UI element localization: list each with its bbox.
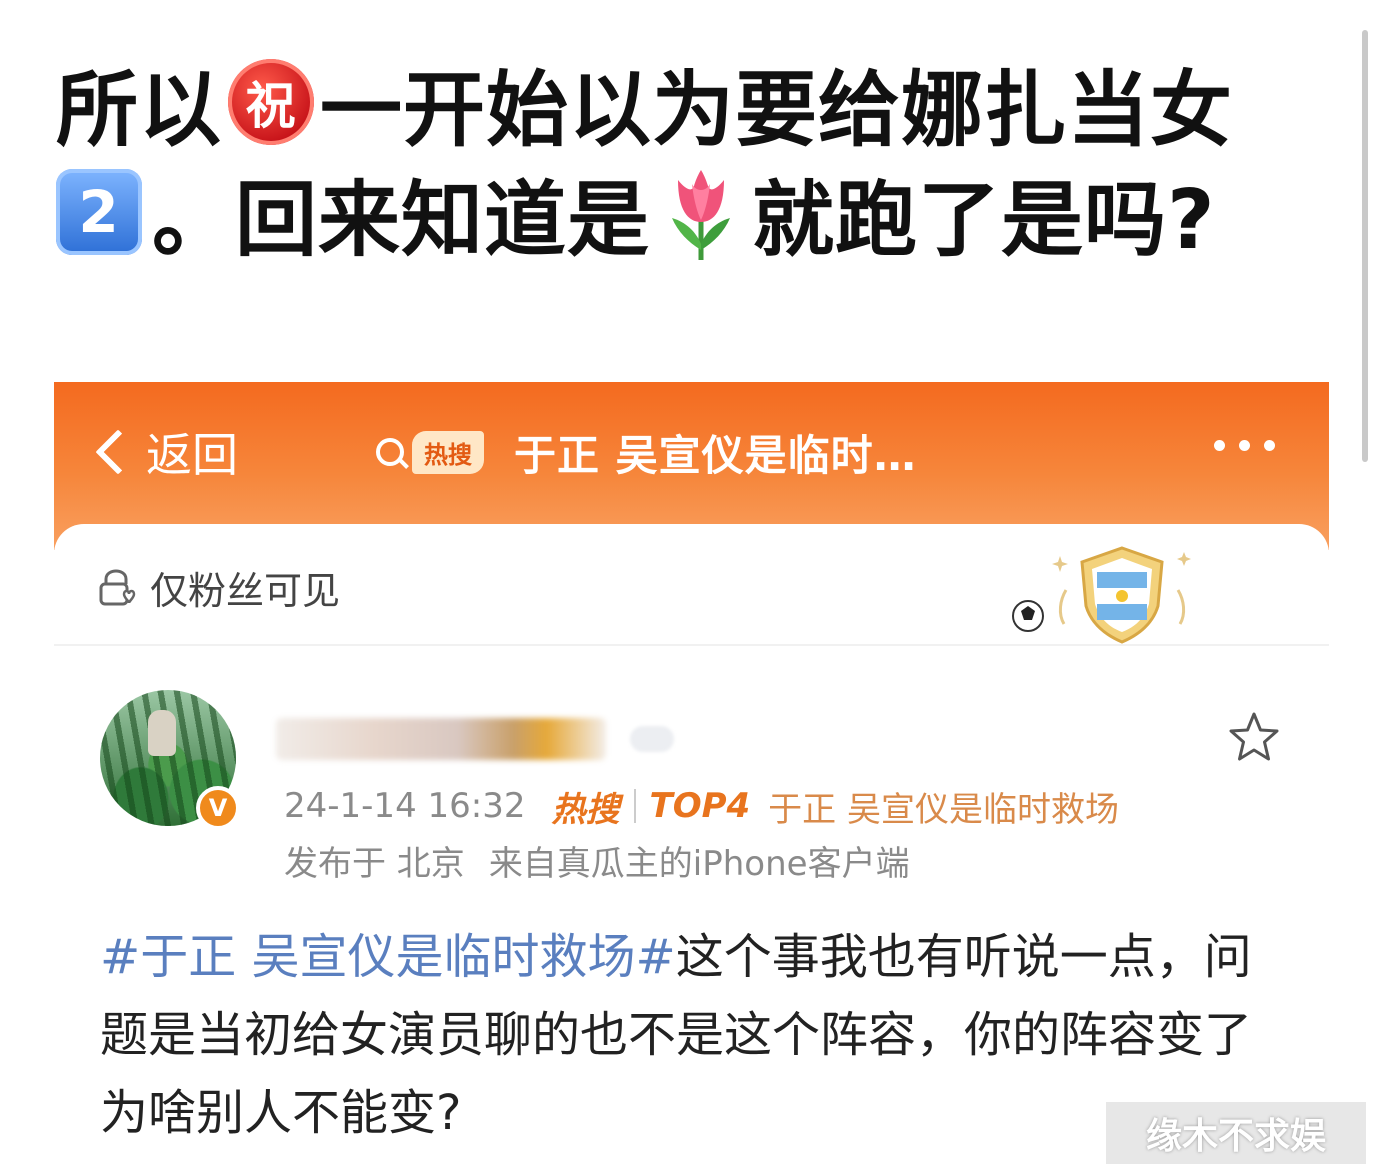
topic-title[interactable]: 于正 吴宣仪是临时…	[514, 422, 917, 482]
caption-line2-b: 就跑了是吗?	[752, 172, 1216, 268]
hot-search-pill[interactable]: 热搜	[370, 426, 488, 478]
more-dot	[1264, 440, 1275, 451]
fans-only-indicator: 仅粉丝可见	[96, 560, 340, 615]
congrats-emoji-icon: 祝	[228, 59, 315, 145]
caption-line2-a: 。回来知道是	[152, 172, 651, 268]
caption-line-1: 所以 祝 一开始以为要给娜扎当女	[56, 42, 1233, 162]
post-source-line: 发布于 北京 来自真瓜主的iPhone客户端	[284, 838, 910, 884]
post-location: 发布于 北京	[284, 843, 465, 884]
post-meta-line: 24-1-14 16:32 热搜 TOP4 于正 吴宣仪是临时救场	[284, 782, 1119, 831]
fans-only-label: 仅粉丝可见	[150, 569, 341, 613]
caption-line1-prefix: 所以	[56, 62, 223, 158]
hot-topic-link[interactable]: 于正 吴宣仪是临时救场	[768, 782, 1119, 831]
username-emoji-blurred	[630, 726, 674, 752]
avatar-cat	[148, 710, 176, 756]
more-dot	[1214, 440, 1225, 451]
verified-badge-icon: V	[196, 786, 240, 830]
divider	[54, 644, 1329, 646]
more-dot	[1239, 440, 1250, 451]
hot-search-tag: 热搜	[412, 430, 484, 474]
more-options-icon[interactable]	[1214, 440, 1275, 451]
caption: 所以 祝 一开始以为要给娜扎当女 2 。回来知道是 就跑了是吗?	[0, 0, 1360, 300]
caption-line-2: 2 。回来知道是 就跑了是吗?	[56, 152, 1216, 272]
back-chevron-icon	[95, 429, 141, 475]
tulip-emoji-icon	[672, 170, 731, 260]
lock-heart-icon	[99, 568, 136, 605]
post-client: 来自真瓜主的iPhone客户端	[488, 843, 910, 884]
argentina-football-badge-icon	[1012, 546, 1191, 644]
caption-line1-rest: 一开始以为要给娜扎当女	[320, 62, 1234, 158]
favorite-star-icon[interactable]	[1226, 710, 1282, 766]
search-icon	[376, 438, 404, 466]
visibility-card: 仅粉丝可见	[54, 524, 1329, 644]
watermark: 缘木不求娱	[1106, 1102, 1366, 1164]
post-body: #于正 吴宣仪是临时救场#这个事我也有听说一点，问题是当初给女演员聊的也不是这个…	[100, 918, 1280, 1152]
hashtag-link[interactable]: #于正 吴宣仪是临时救场#	[100, 929, 676, 985]
meta-separator	[633, 789, 636, 823]
hot-search-label[interactable]: 热搜	[552, 782, 620, 831]
page-scrollbar[interactable]	[1362, 30, 1368, 462]
keycap-two-emoji-icon: 2	[56, 169, 142, 255]
back-button[interactable]: 返回	[94, 422, 238, 482]
username-blurred[interactable]	[276, 718, 606, 760]
hot-rank[interactable]: TOP4	[650, 786, 751, 826]
post-timestamp: 24-1-14 16:32	[284, 786, 526, 826]
back-label: 返回	[146, 428, 238, 482]
